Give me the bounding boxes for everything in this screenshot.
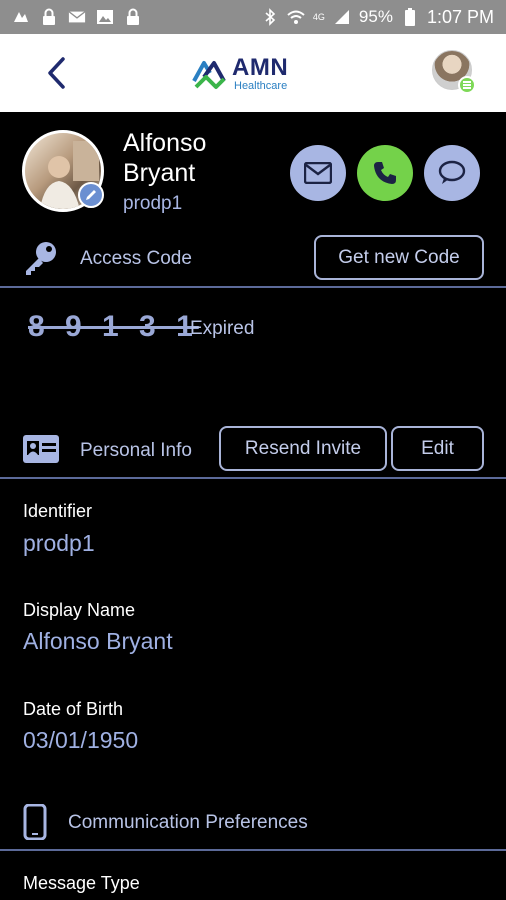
- battery-icon: [401, 8, 419, 26]
- image-notification-icon: [96, 8, 114, 26]
- id-card-icon: [22, 434, 60, 464]
- mail-notification-icon: [68, 8, 86, 26]
- resend-invite-button[interactable]: Resend Invite: [219, 426, 387, 471]
- signal-icon: [333, 8, 351, 26]
- profile-last-name: Bryant: [123, 159, 196, 187]
- profile-first-name: Alfonso: [123, 129, 207, 157]
- profile-identifier: prodp1: [123, 193, 183, 214]
- user-avatar-button[interactable]: [432, 50, 476, 94]
- identifier-value: prodp1: [23, 530, 95, 556]
- status-system-icons: 4G 95% 1:07 PM: [261, 7, 494, 28]
- clock: 1:07 PM: [426, 6, 494, 27]
- network-type-icon: 4G: [312, 12, 325, 22]
- edit-pencil-icon: [86, 190, 96, 200]
- mail-icon: [304, 162, 332, 184]
- wifi-icon: [287, 8, 305, 26]
- back-button[interactable]: [36, 50, 76, 96]
- mobile-phone-icon: [22, 804, 48, 840]
- access-code-value: 8 9 1 3 1: [28, 310, 199, 343]
- display-name-label: Display Name: [23, 600, 136, 620]
- call-button[interactable]: [357, 145, 413, 201]
- communication-preferences-label: Communication Preferences: [68, 812, 308, 833]
- logo-secondary-text: Healthcare: [234, 80, 288, 92]
- personal-info-label: Personal Info: [80, 440, 192, 461]
- avatar-menu-badge-icon: [458, 76, 476, 94]
- edit-photo-button[interactable]: [78, 182, 104, 208]
- divider-communication: [0, 849, 506, 851]
- chat-button[interactable]: [424, 145, 480, 201]
- status-notification-icons: [12, 8, 142, 26]
- identifier-label: Identifier: [23, 501, 93, 521]
- key-icon: [22, 240, 60, 276]
- chat-icon: [438, 160, 466, 184]
- email-button[interactable]: [290, 145, 346, 201]
- app-header: AMN Healthcare: [0, 34, 506, 112]
- status-bar: 4G 95% 1:07 PM: [0, 0, 506, 34]
- date-of-birth-value: 03/01/1950: [23, 727, 139, 753]
- phone-icon: [374, 162, 396, 184]
- back-icon: [48, 57, 65, 89]
- amn-logo-mark-icon: [192, 61, 226, 89]
- divider-personal-info: [0, 477, 506, 479]
- app-notification-icon: [12, 8, 30, 26]
- bluetooth-icon: [261, 8, 279, 26]
- battery-percent: 95%: [358, 7, 393, 26]
- date-of-birth-label: Date of Birth: [23, 699, 124, 719]
- message-type-label: Message Type: [23, 873, 140, 893]
- amn-healthcare-logo: AMN Healthcare: [190, 46, 320, 102]
- lock-icon: [40, 8, 58, 26]
- display-name-value: Alfonso Bryant: [23, 628, 173, 654]
- profile-name: Alfonso Bryant: [123, 128, 283, 188]
- access-code-label: Access Code: [80, 248, 192, 269]
- divider-access-code: [0, 286, 506, 288]
- logo-primary-text: AMN: [232, 54, 289, 81]
- access-code-status: Expired: [190, 318, 255, 339]
- get-new-code-button[interactable]: Get new Code: [314, 235, 484, 280]
- lock-icon-2: [124, 8, 142, 26]
- edit-button[interactable]: Edit: [391, 426, 484, 471]
